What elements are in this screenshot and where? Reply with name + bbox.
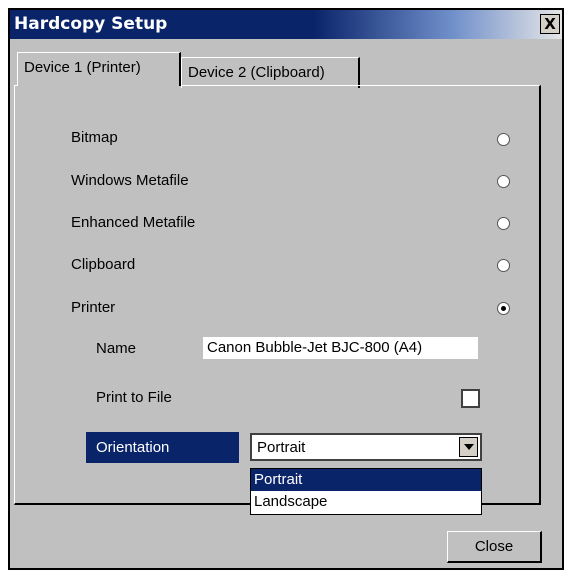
window-title: Hardcopy Setup xyxy=(14,14,168,34)
option-label-printer: Printer xyxy=(71,299,116,316)
close-button[interactable]: Close xyxy=(447,531,542,563)
radio-windows-metafile[interactable] xyxy=(497,175,510,188)
name-label: Name xyxy=(96,340,137,357)
print-to-file-label: Print to File xyxy=(96,389,172,406)
tab-device-1[interactable]: Device 1 (Printer) xyxy=(17,52,181,86)
option-label-clipboard: Clipboard xyxy=(71,256,136,273)
radio-clipboard[interactable] xyxy=(497,259,510,272)
tab-device-2[interactable]: Device 2 (Clipboard) xyxy=(181,57,360,88)
radio-bitmap[interactable] xyxy=(497,133,510,146)
option-label-enhanced-metafile: Enhanced Metafile xyxy=(71,214,196,231)
radio-printer[interactable] xyxy=(497,302,510,315)
orientation-label: Orientation xyxy=(86,432,239,463)
title-bar: Hardcopy Setup X xyxy=(10,10,562,39)
radio-enhanced-metafile[interactable] xyxy=(497,217,510,230)
orientation-option-portrait[interactable]: Portrait xyxy=(251,469,481,491)
option-label-bitmap: Bitmap xyxy=(71,129,118,146)
orientation-selected-value: Portrait xyxy=(257,439,306,456)
orientation-select[interactable]: Portrait xyxy=(250,433,482,461)
printer-name-field[interactable]: Canon Bubble-Jet BJC-800 (A4) xyxy=(203,337,478,359)
orientation-option-landscape[interactable]: Landscape xyxy=(251,491,481,513)
orientation-dropdown-list: Portrait Landscape xyxy=(250,468,482,515)
option-label-windows-metafile: Windows Metafile xyxy=(71,172,189,189)
close-icon[interactable]: X xyxy=(540,14,560,34)
chevron-down-icon[interactable] xyxy=(459,437,478,457)
print-to-file-checkbox[interactable] xyxy=(461,389,480,408)
